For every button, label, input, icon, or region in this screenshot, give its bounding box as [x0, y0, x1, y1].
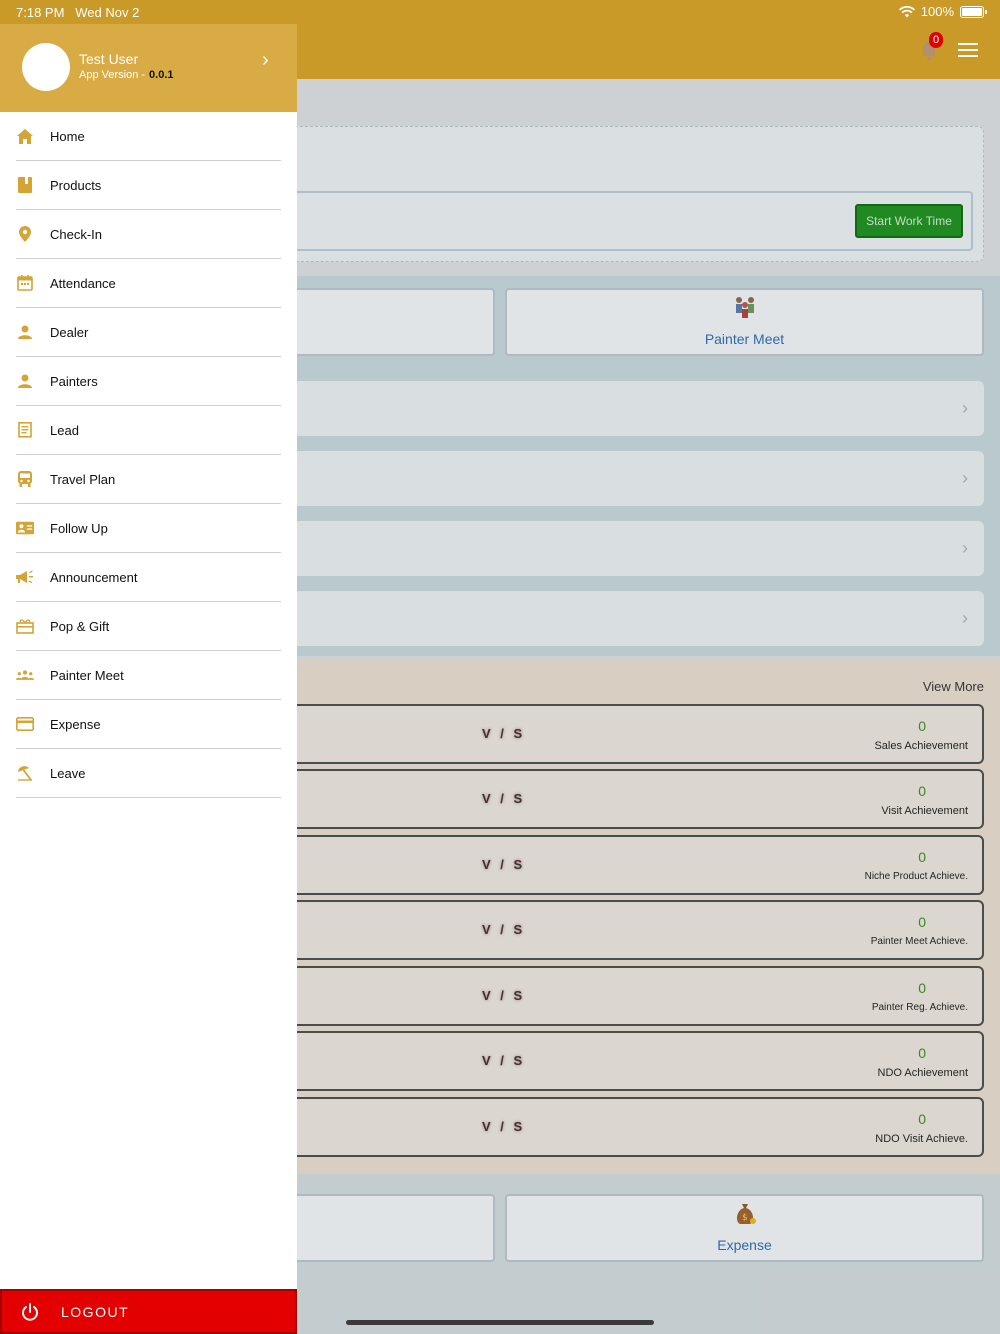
- menu-item-travel-plan[interactable]: Travel Plan: [0, 455, 297, 504]
- group-icon: [16, 666, 34, 684]
- beach-umbrella-icon: [16, 764, 34, 782]
- menu-item-check-in[interactable]: Check-In: [0, 210, 297, 259]
- home-icon: [16, 127, 34, 145]
- chevron-right-icon[interactable]: ›: [262, 49, 269, 72]
- map-pin-icon: [16, 225, 34, 243]
- calendar-icon: [16, 274, 34, 292]
- status-time: 7:18 PM Wed Nov 2: [16, 5, 140, 20]
- bus-icon: [16, 470, 34, 488]
- menu-item-pop-gift[interactable]: Pop & Gift: [0, 602, 297, 651]
- menu-item-home[interactable]: Home: [0, 112, 297, 161]
- person-icon: [16, 372, 34, 390]
- notification-badge: 0: [929, 32, 943, 48]
- book-icon: [16, 176, 34, 194]
- menu-item-expense[interactable]: Expense: [0, 700, 297, 749]
- menu-item-products[interactable]: Products: [0, 161, 297, 210]
- navigation-drawer: Test User App Version -0.0.1 › Home Prod…: [0, 24, 297, 1334]
- menu-item-follow-up[interactable]: Follow Up: [0, 504, 297, 553]
- logout-label: LOGOUT: [61, 1303, 130, 1320]
- avatar: [22, 43, 70, 91]
- menu-item-announcement[interactable]: Announcement: [0, 553, 297, 602]
- battery-icon: [960, 5, 987, 18]
- logout-button[interactable]: LOGOUT: [0, 1289, 297, 1334]
- menu-item-painters[interactable]: Painters: [0, 357, 297, 406]
- person-icon: [16, 323, 34, 341]
- power-icon: [22, 1302, 38, 1321]
- home-indicator[interactable]: [346, 1320, 654, 1325]
- menu-icon[interactable]: [958, 43, 978, 59]
- menu-item-attendance[interactable]: Attendance: [0, 259, 297, 308]
- user-name: Test User: [79, 51, 139, 67]
- app-version: App Version -0.0.1: [79, 69, 174, 81]
- battery-percent: 100%: [920, 4, 954, 19]
- drawer-profile-header[interactable]: Test User App Version -0.0.1 ›: [0, 24, 297, 112]
- wifi-icon: [898, 5, 915, 17]
- megaphone-icon: [16, 568, 34, 586]
- menu-item-lead[interactable]: Lead: [0, 406, 297, 455]
- credit-card-icon: [16, 715, 34, 733]
- drawer-menu: Home Products Check-In Attendance Dealer…: [0, 112, 297, 798]
- menu-item-painter-meet[interactable]: Painter Meet: [0, 651, 297, 700]
- menu-item-leave[interactable]: Leave: [0, 749, 297, 798]
- status-bar: 7:18 PM Wed Nov 2 100%: [0, 0, 1000, 24]
- contact-card-icon: [16, 519, 34, 537]
- document-icon: [16, 421, 34, 439]
- menu-item-dealer[interactable]: Dealer: [0, 308, 297, 357]
- gift-icon: [16, 617, 34, 635]
